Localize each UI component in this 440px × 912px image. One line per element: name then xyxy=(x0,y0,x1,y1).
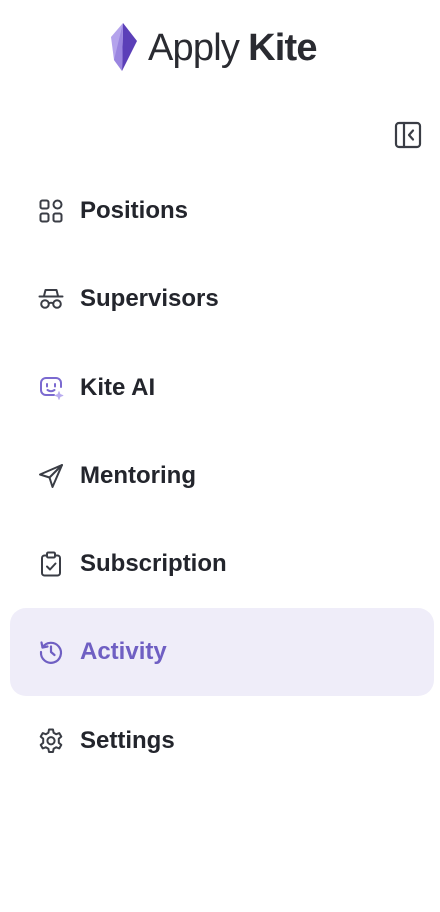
brand-name-part2: Kite xyxy=(248,27,317,69)
sidebar-item-label: Positions xyxy=(80,197,189,224)
history-icon xyxy=(37,638,65,666)
gear-icon xyxy=(37,727,65,755)
kite-logo-icon xyxy=(111,23,137,71)
sidebar-item-kite-ai[interactable]: Kite AI xyxy=(10,344,434,432)
sidebar-item-positions[interactable]: Positions xyxy=(10,167,434,255)
send-icon xyxy=(37,462,65,490)
sidebar-collapse-icon xyxy=(394,121,422,149)
sidebar-item-label: Settings xyxy=(80,727,175,754)
sidebar-item-mentoring[interactable]: Mentoring xyxy=(10,432,434,520)
sidebar-item-label: Activity xyxy=(80,638,167,665)
brand-name-part1: Apply xyxy=(148,27,240,69)
sidebar-item-label: Mentoring xyxy=(80,462,196,489)
sidebar-item-activity[interactable]: Activity xyxy=(10,608,434,696)
sidebar: Apply Kite Positions Supervisors Kite AI… xyxy=(0,0,440,912)
sidebar-collapse-button[interactable] xyxy=(393,120,423,150)
sidebar-item-label: Supervisors xyxy=(80,285,219,312)
sidebar-item-label: Kite AI xyxy=(80,374,156,401)
incognito-icon xyxy=(37,285,65,313)
clipboard-check-icon xyxy=(37,550,65,578)
ai-bot-icon xyxy=(37,374,65,402)
sidebar-item-settings[interactable]: Settings xyxy=(10,697,434,785)
sidebar-item-label: Subscription xyxy=(80,550,227,577)
brand-name: Apply Kite xyxy=(148,22,317,74)
brand-logo[interactable]: Apply Kite xyxy=(108,22,317,74)
sidebar-item-subscription[interactable]: Subscription xyxy=(10,520,434,608)
grid-icon xyxy=(37,197,65,225)
sidebar-item-supervisors[interactable]: Supervisors xyxy=(10,255,434,343)
